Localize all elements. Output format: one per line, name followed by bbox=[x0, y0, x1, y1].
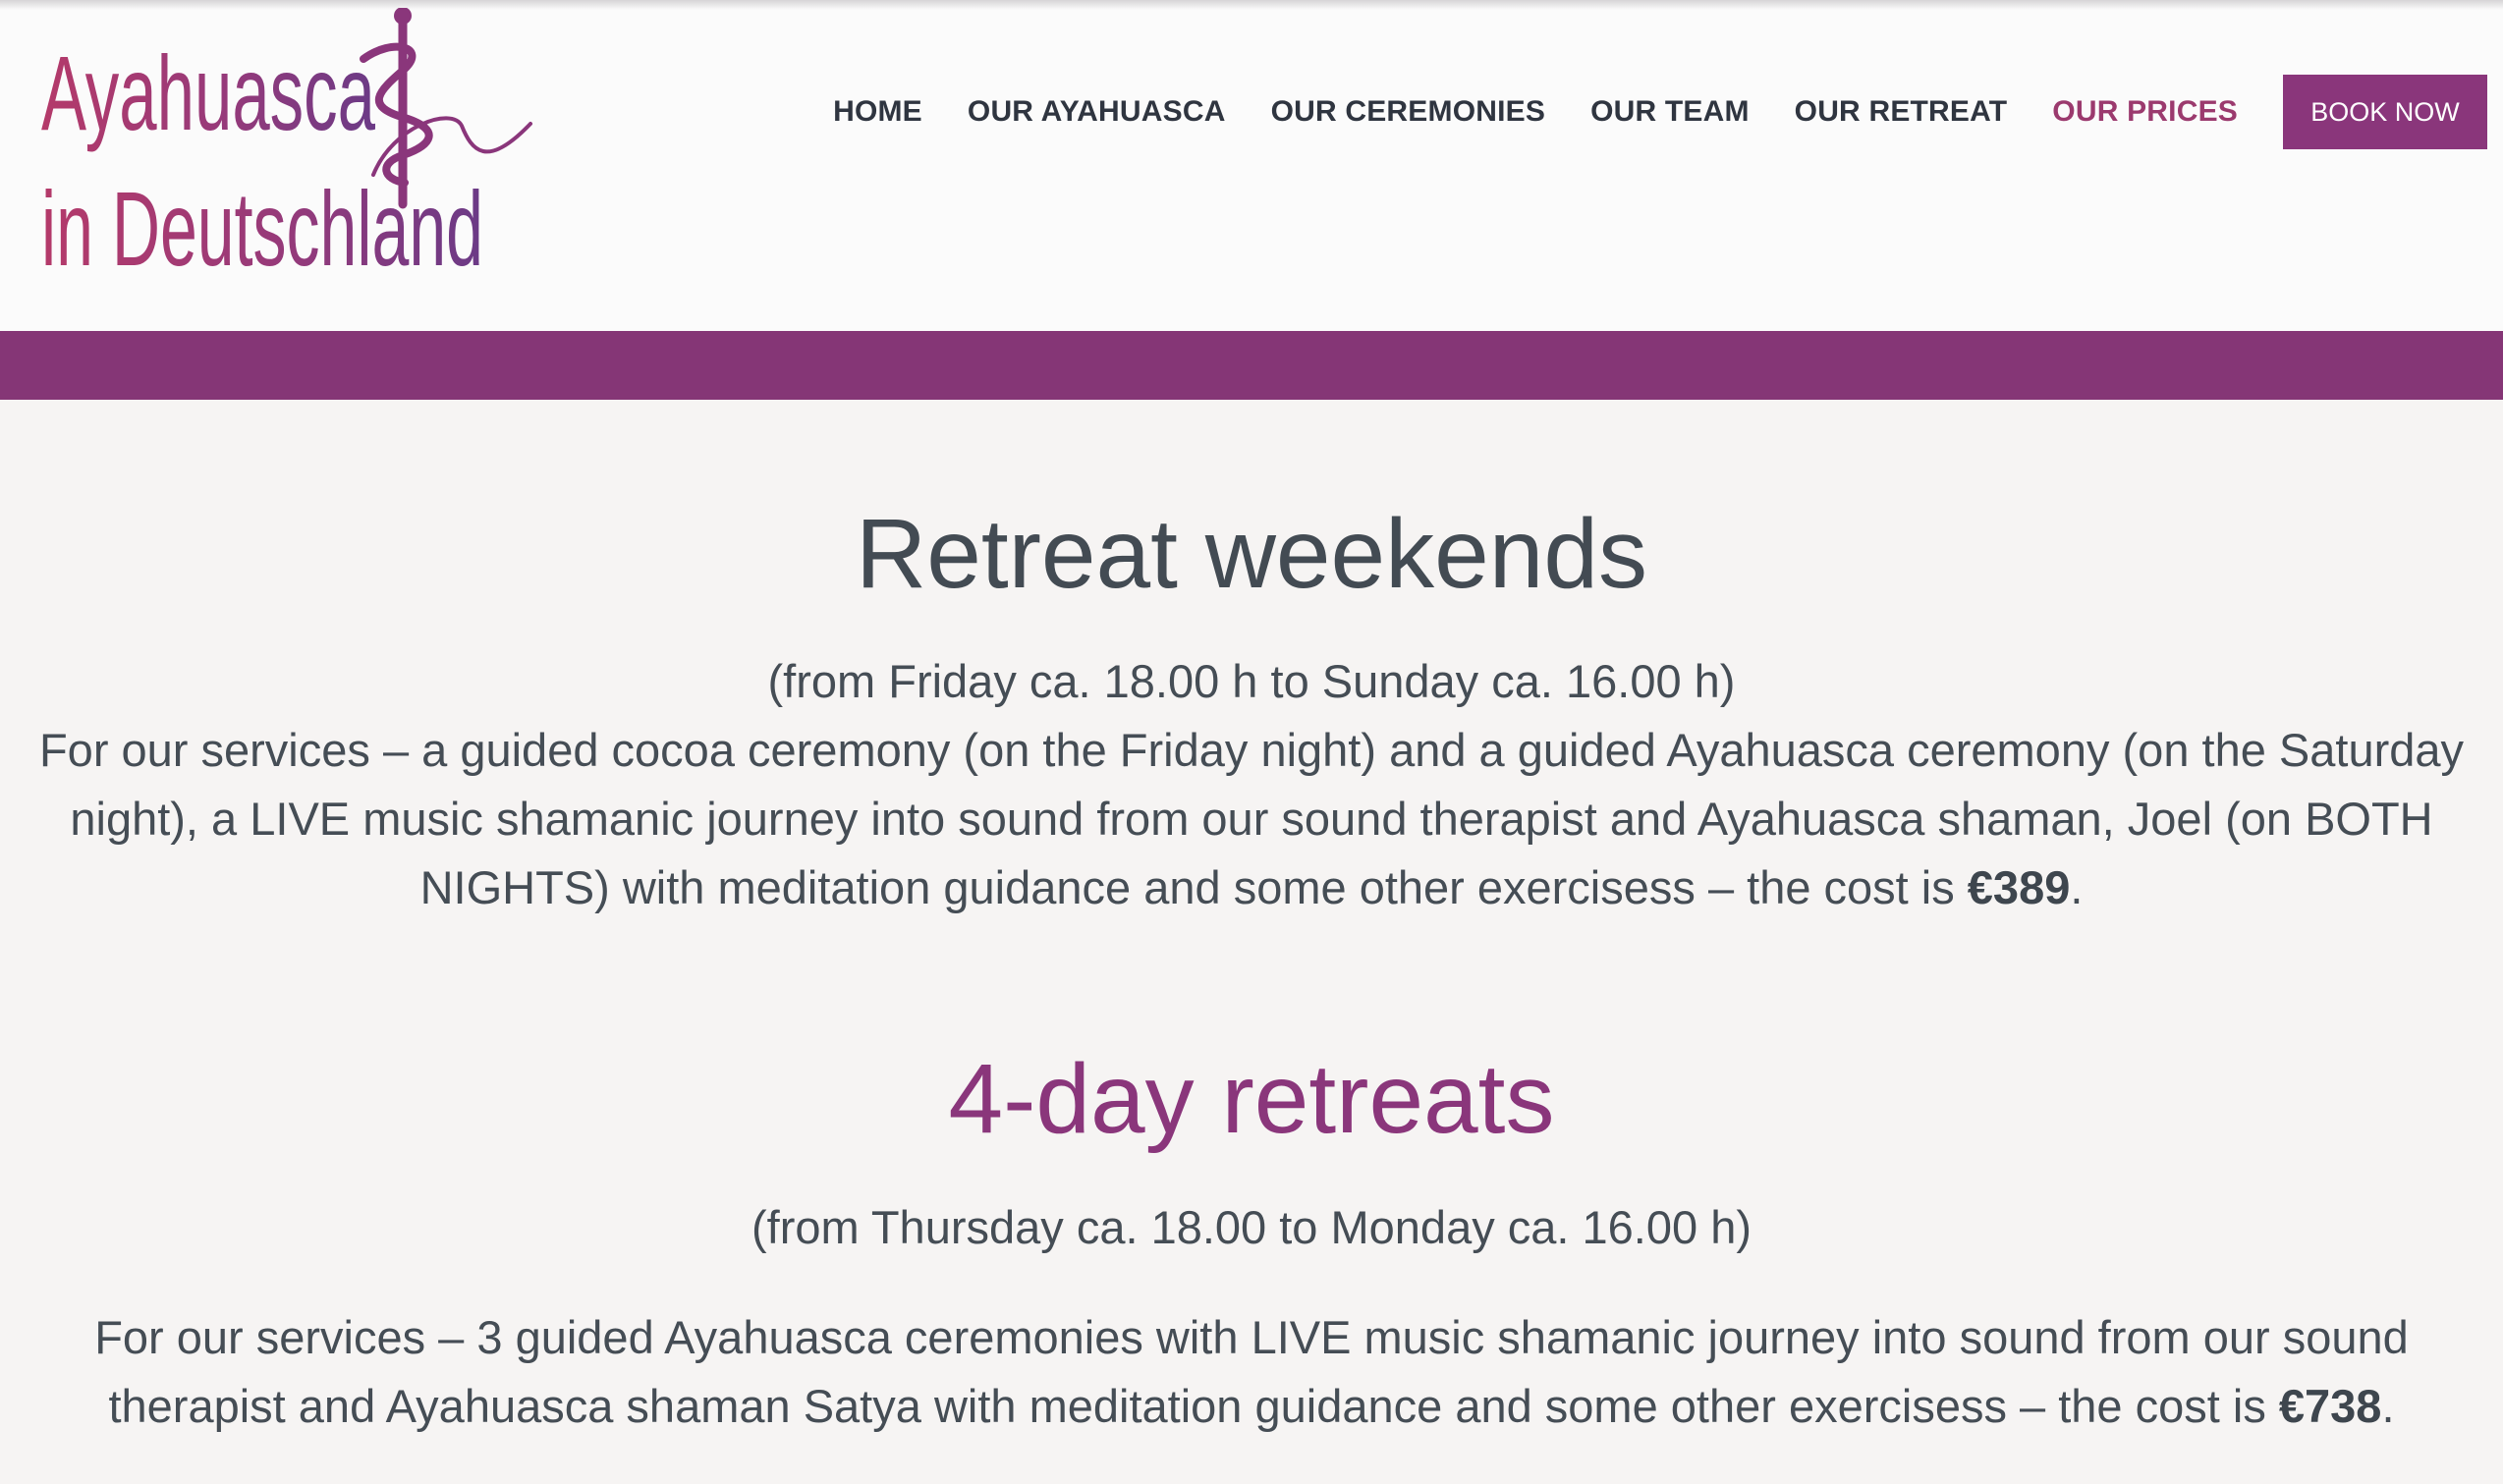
weekend-price: €389 bbox=[1967, 861, 2071, 913]
fourday-end: . bbox=[2381, 1380, 2395, 1432]
nav-our-ayahuasca[interactable]: OUR AYAHUASCA bbox=[968, 95, 1226, 129]
weekend-description: For our services – a guided cocoa ceremo… bbox=[38, 724, 2465, 913]
nav-home[interactable]: HOME bbox=[833, 95, 922, 129]
nav-our-prices[interactable]: OUR PRICES bbox=[2052, 95, 2238, 129]
nav-our-retreat[interactable]: OUR RETREAT bbox=[1795, 95, 2008, 129]
header-accent-band bbox=[0, 331, 2503, 400]
main-navigation: HOME OUR AYAHUASCA OUR CEREMONIES OUR TE… bbox=[788, 75, 2487, 149]
weekend-end: . bbox=[2070, 861, 2084, 913]
fourday-title: 4-day retreats bbox=[948, 1044, 1555, 1154]
weekend-section-text: (from Friday ca. 18.00 h to Sunday ca. 1… bbox=[29, 647, 2474, 922]
nav-our-team[interactable]: OUR TEAM bbox=[1590, 95, 1750, 129]
fourday-section-text: For our services – 3 guided Ayahuasca ce… bbox=[69, 1303, 2434, 1441]
book-now-button[interactable]: BOOK NOW bbox=[2283, 75, 2487, 149]
fourday-description: For our services – 3 guided Ayahuasca ce… bbox=[94, 1311, 2409, 1432]
logo-line2: in Deutschland bbox=[41, 169, 483, 275]
nav-our-ceremonies[interactable]: OUR CEREMONIES bbox=[1271, 95, 1546, 129]
fourday-price: €738 bbox=[2278, 1380, 2382, 1432]
site-logo[interactable]: Ayahuasca in Deutschland bbox=[39, 8, 550, 275]
weekend-title: Retreat weekends bbox=[855, 499, 1647, 609]
site-header: Ayahuasca in Deutschland HOME OUR AYAHUA… bbox=[0, 0, 2503, 331]
fourday-timeframe: (from Thursday ca. 18.00 to Monday ca. 1… bbox=[751, 1201, 1752, 1253]
weekend-timeframe: (from Friday ca. 18.00 h to Sunday ca. 1… bbox=[767, 655, 1736, 707]
logo-line1: Ayahuasca bbox=[41, 33, 376, 152]
